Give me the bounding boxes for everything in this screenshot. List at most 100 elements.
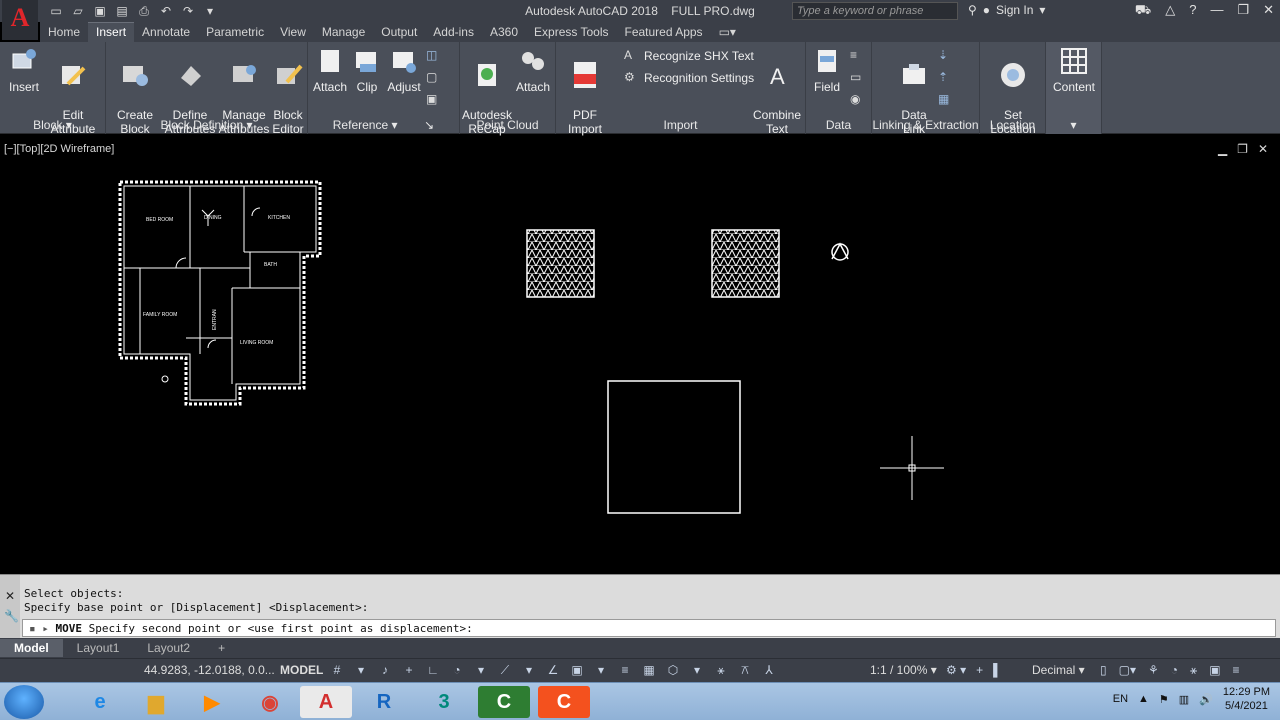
- dynamic-ucs-icon[interactable]: ▦: [642, 663, 656, 678]
- polar-tracking-icon[interactable]: ◔: [450, 663, 464, 678]
- save-icon[interactable]: ▣: [92, 3, 108, 19]
- tab-express-tools[interactable]: Express Tools: [526, 23, 616, 42]
- taskbar-chrome-icon[interactable]: ◉: [244, 686, 296, 718]
- recognize-shx-text-button[interactable]: A Recognize SHX Text: [624, 48, 754, 64]
- square-rectangle[interactable]: [607, 380, 741, 514]
- small-symbol-block[interactable]: [831, 242, 849, 261]
- upload-icon[interactable]: ⇡: [938, 70, 954, 86]
- tab-insert[interactable]: Insert: [88, 22, 135, 42]
- tab-annotate[interactable]: Annotate: [134, 23, 198, 42]
- tab-layout2[interactable]: Layout2: [133, 639, 204, 657]
- taskbar-autocad-icon[interactable]: A: [300, 686, 352, 718]
- cart-icon[interactable]: ⛟: [1135, 2, 1151, 20]
- download-icon[interactable]: ⇣: [938, 48, 954, 64]
- tray-expand-icon[interactable]: ▲: [1138, 693, 1149, 705]
- clock[interactable]: 12:29 PM 5/4/2021: [1223, 685, 1270, 713]
- tab-layout1[interactable]: Layout1: [63, 639, 134, 657]
- command-customize-icon[interactable]: 🔧: [4, 609, 19, 623]
- panel-title-block-definition[interactable]: Block Definition ▾: [106, 118, 307, 132]
- lock-ui-icon[interactable]: ▢▾: [1119, 663, 1136, 678]
- clean-screen-icon[interactable]: ⚹: [1190, 663, 1197, 678]
- panel-title-block[interactable]: Block ▾: [0, 118, 105, 132]
- point-cloud-attach-button[interactable]: Attach: [514, 46, 552, 94]
- close-icon[interactable]: ✕: [1263, 2, 1274, 20]
- transparency-icon[interactable]: ▣: [570, 663, 584, 678]
- language-indicator[interactable]: EN: [1113, 693, 1128, 705]
- clip-button[interactable]: Clip: [352, 46, 382, 94]
- tab-manage[interactable]: Manage: [314, 23, 373, 42]
- tab-add-ins[interactable]: Add-ins: [425, 23, 482, 42]
- sign-in-button[interactable]: ⚲ ● Sign In ▾: [968, 3, 1045, 17]
- snap-to-underlay-icon[interactable]: ▣: [426, 92, 442, 108]
- save-as-icon[interactable]: ▤: [114, 3, 130, 19]
- taskbar-explorer-icon[interactable]: ▆: [130, 686, 182, 718]
- taskbar-camtasia-icon[interactable]: C: [478, 686, 530, 718]
- help-icon[interactable]: ?: [1189, 2, 1196, 20]
- taskbar-ie-icon[interactable]: e: [74, 686, 126, 718]
- hyperlink-icon[interactable]: ◉: [850, 92, 866, 108]
- content-expand-icon[interactable]: ▾: [1046, 118, 1101, 132]
- network-icon[interactable]: ▥: [1179, 693, 1189, 706]
- quick-properties-icon[interactable]: ▯: [1100, 663, 1107, 678]
- qat-dropdown-icon[interactable]: ▾: [202, 3, 218, 19]
- plot-icon[interactable]: ⎙: [136, 3, 152, 19]
- command-close-icon[interactable]: ✕: [5, 589, 15, 603]
- adjust-button[interactable]: Adjust: [386, 46, 422, 94]
- annotation-visibility-icon[interactable]: ⚹: [714, 663, 728, 678]
- 3d-object-snap-icon[interactable]: ≡: [618, 663, 632, 678]
- units-selector[interactable]: Decimal ▾: [1032, 663, 1085, 677]
- object-snap-tracking-icon[interactable]: ⟋: [498, 663, 512, 678]
- taskbar-3dsmax-icon[interactable]: 3: [418, 686, 470, 718]
- grid-icon[interactable]: #: [330, 663, 344, 678]
- panel-title-reference[interactable]: Reference ▾ ↘: [308, 118, 459, 132]
- ole-object-icon[interactable]: ▭: [850, 70, 866, 86]
- lineweight-icon[interactable]: ∠: [546, 663, 560, 678]
- frames-icon[interactable]: ▢: [426, 70, 442, 86]
- tab-parametric[interactable]: Parametric: [198, 23, 272, 42]
- application-menu-button[interactable]: A: [2, 0, 38, 40]
- annotation-scale-icon[interactable]: ⅄: [762, 663, 776, 678]
- isodraft-icon[interactable]: ▾: [474, 663, 488, 678]
- redo-icon[interactable]: ↷: [180, 3, 196, 19]
- hatch-block-right[interactable]: [711, 229, 780, 298]
- annotation-scale[interactable]: 1:1 / 100% ▾: [870, 663, 937, 677]
- add-layout-button[interactable]: +: [204, 639, 239, 657]
- update-fields-icon[interactable]: ≡: [850, 48, 866, 64]
- selection-filter-icon[interactable]: ⬡: [666, 663, 680, 678]
- workspace-gear-icon[interactable]: ⚙ ▾: [946, 663, 966, 677]
- auto-scale-icon[interactable]: ⚻: [738, 663, 752, 678]
- tab-featured-apps[interactable]: Featured Apps: [617, 23, 711, 42]
- taskbar-revit-icon[interactable]: R: [358, 686, 410, 718]
- taskbar-media-player-icon[interactable]: ▶: [186, 686, 238, 718]
- tab-home[interactable]: Home: [40, 23, 88, 42]
- tab-a360[interactable]: A360: [482, 23, 526, 42]
- selection-cycling-icon[interactable]: ▾: [594, 663, 608, 678]
- open-icon[interactable]: ▱: [70, 3, 86, 19]
- tab-view[interactable]: View: [272, 23, 314, 42]
- gizmo-icon[interactable]: ▾: [690, 663, 704, 678]
- start-button[interactable]: [4, 685, 44, 719]
- tab-model[interactable]: Model: [0, 639, 63, 657]
- attach-button[interactable]: Attach: [312, 46, 348, 94]
- minimize-icon[interactable]: —: [1210, 2, 1223, 20]
- drawing-viewport[interactable]: [−][Top][2D Wireframe] ▁ ❐ ✕ BED ROOM DI…: [0, 138, 1280, 574]
- annotation-monitor-icon[interactable]: +: [976, 663, 983, 677]
- customization-icon[interactable]: ≡: [1233, 663, 1240, 678]
- isolate-objects-icon[interactable]: ⚘: [1148, 663, 1159, 678]
- undo-icon[interactable]: ↶: [158, 3, 174, 19]
- tab-output[interactable]: Output: [373, 23, 425, 42]
- taskbar-camtasia-recorder-icon[interactable]: C: [538, 686, 590, 718]
- ortho-icon[interactable]: ∟: [426, 663, 440, 678]
- model-space-button[interactable]: MODEL: [280, 663, 323, 677]
- fullscreen-icon[interactable]: ▣: [1209, 663, 1220, 678]
- recognition-settings-button[interactable]: ⚙ Recognition Settings: [624, 70, 754, 86]
- new-icon[interactable]: ▭: [48, 3, 64, 19]
- restore-icon[interactable]: ❐: [1237, 2, 1249, 20]
- snap-mode-icon[interactable]: ▾: [354, 663, 368, 678]
- command-input[interactable]: ▪ ▸ MOVE Specify second point or <use fi…: [22, 619, 1276, 637]
- content-button[interactable]: Content: [1050, 46, 1098, 94]
- infer-constraints-icon[interactable]: ♪: [378, 663, 392, 678]
- volume-icon[interactable]: 🔊: [1199, 693, 1213, 706]
- object-snap-icon[interactable]: ▾: [522, 663, 536, 678]
- underlay-layers-icon[interactable]: ◫: [426, 48, 442, 64]
